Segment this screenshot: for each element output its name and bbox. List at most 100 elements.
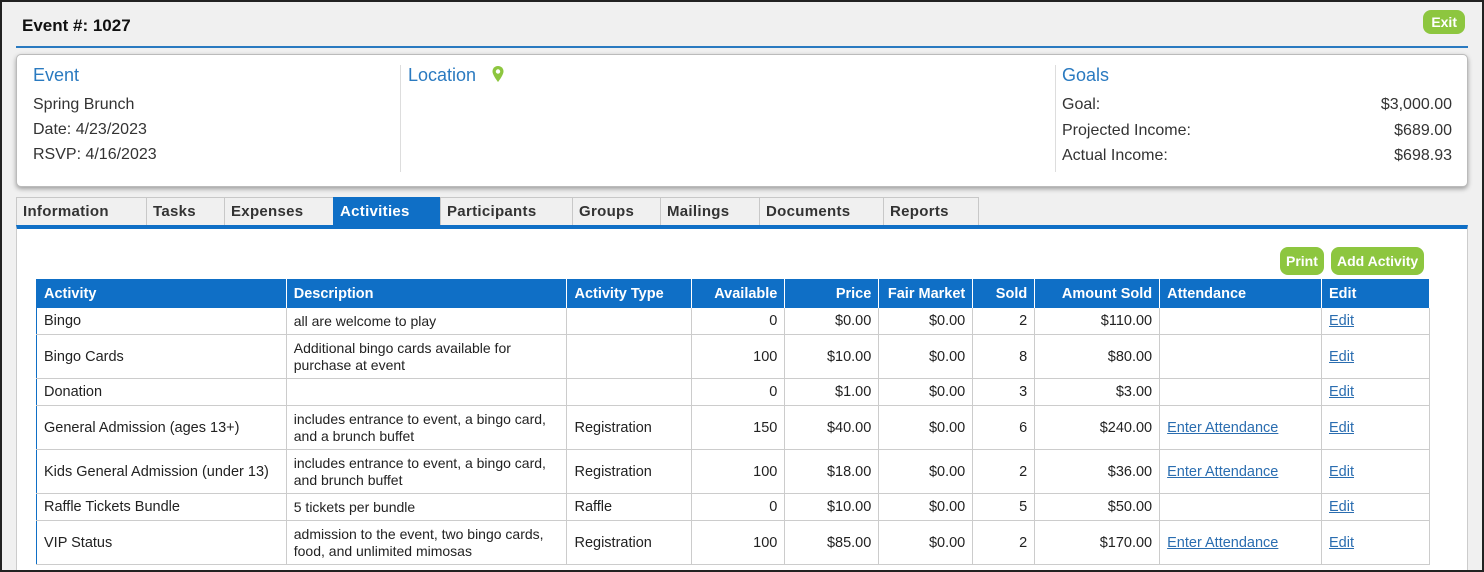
table-cell: $0.00 xyxy=(878,520,974,565)
location-section: Location xyxy=(408,65,1056,172)
column-header[interactable]: Activity Type xyxy=(566,279,693,308)
column-header[interactable]: Fair Market xyxy=(878,279,974,308)
table-row: VIP Status admission to the event, two bi… xyxy=(36,520,1430,565)
cell-text: Raffle xyxy=(574,499,613,515)
column-header[interactable]: Available xyxy=(691,279,786,308)
cell-text: $110.00 xyxy=(1100,312,1153,329)
cell-text: Raffle Tickets Bundle xyxy=(44,499,180,515)
table-cell: 8 xyxy=(972,334,1036,379)
enter-attendance-link[interactable]: Enter Attendance xyxy=(1167,464,1278,480)
cell-text: $0.00 xyxy=(928,348,966,365)
tab-bar: Information Tasks Expenses Activities Partic… xyxy=(16,197,979,225)
cell-text: 5 xyxy=(1019,499,1028,515)
cell-text: $10.00 xyxy=(826,499,872,515)
cell-text: General Admission (ages 13+) xyxy=(44,419,240,436)
table-cell: Edit xyxy=(1321,334,1430,379)
table-cell xyxy=(1159,493,1323,521)
edit-link[interactable]: Edit xyxy=(1329,420,1354,436)
cell-text: $40.00 xyxy=(826,419,872,436)
column-header[interactable]: Price xyxy=(784,279,880,308)
tab-documents[interactable]: Documents xyxy=(759,197,884,225)
table-cell xyxy=(1159,378,1323,406)
table-cell: 3 xyxy=(972,378,1036,406)
tab-information[interactable]: Information xyxy=(16,197,147,225)
goal-value: $689.00 xyxy=(1394,121,1452,139)
goal-label: Goal: xyxy=(1062,96,1101,113)
column-header[interactable]: Activity xyxy=(36,279,287,308)
table-row: Kids General Admission (under 13) include… xyxy=(36,449,1430,494)
table-cell: 100 xyxy=(691,449,786,494)
cell-text: $0.00 xyxy=(928,419,966,436)
add-activity-button[interactable]: Add Activity xyxy=(1331,247,1425,275)
tab-reports[interactable]: Reports xyxy=(883,197,979,225)
tab-activities[interactable]: Activities xyxy=(333,197,441,225)
cell-text: Additional bingo cards available for pur… xyxy=(293,340,511,373)
table-row: Bingo Cards Additional bingo cards availa… xyxy=(36,334,1430,379)
tab-expenses[interactable]: Expenses xyxy=(224,197,334,225)
table-cell: $80.00 xyxy=(1034,334,1161,379)
table-cell: $170.00 xyxy=(1034,520,1161,565)
table-row: Donation 0 $1.00 $0.00 3 $3.00 Edit xyxy=(36,378,1430,406)
table-row: General Admission (ages 13+) includes ent… xyxy=(36,405,1430,450)
cell-text: Kids General Admission (under 13) xyxy=(44,463,269,480)
table-cell xyxy=(566,378,693,406)
table-row: Bingo all are welcome to play 0 $0.00 $0.00 2… xyxy=(36,307,1430,335)
print-button[interactable]: Print xyxy=(1280,247,1324,275)
enter-attendance-link[interactable]: Enter Attendance xyxy=(1167,420,1278,436)
table-cell: 5 tickets per bundle xyxy=(286,493,568,521)
column-header[interactable]: Sold xyxy=(972,279,1036,308)
exit-button[interactable]: Exit xyxy=(1423,10,1465,34)
goal-value: $3,000.00 xyxy=(1380,96,1452,113)
edit-link[interactable]: Edit xyxy=(1329,349,1354,365)
table-cell: $110.00 xyxy=(1034,307,1161,335)
cell-text: $18.00 xyxy=(826,463,872,480)
table-cell: Edit xyxy=(1321,405,1430,450)
edit-link[interactable]: Edit xyxy=(1329,464,1354,480)
cell-text: 100 xyxy=(753,534,778,551)
table-cell: Edit xyxy=(1321,520,1430,565)
edit-link[interactable]: Edit xyxy=(1329,499,1354,515)
table-cell: 5 xyxy=(972,493,1036,521)
table-cell: Bingo xyxy=(36,307,287,335)
edit-link[interactable]: Edit xyxy=(1329,535,1354,551)
table-cell: Edit xyxy=(1321,449,1430,494)
goal-label: Projected Income: xyxy=(1062,121,1191,139)
cell-text: 2 xyxy=(1019,463,1028,480)
map-pin-icon xyxy=(492,66,504,82)
cell-text: $80.00 xyxy=(1107,348,1153,365)
tab-groups[interactable]: Groups xyxy=(572,197,661,225)
table-cell: 0 xyxy=(691,493,786,521)
edit-link[interactable]: Edit xyxy=(1329,384,1354,400)
tab-participants[interactable]: Participants xyxy=(440,197,573,225)
column-header[interactable]: Attendance xyxy=(1159,279,1323,308)
location-heading: Location xyxy=(408,65,477,85)
cell-text: 6 xyxy=(1019,419,1028,436)
table-cell: Enter Attendance xyxy=(1159,520,1323,565)
activities-panel: Print Add Activity Activity Description Ac… xyxy=(16,225,1468,570)
event-heading: Event xyxy=(33,65,80,85)
cell-text: 3 xyxy=(1019,384,1028,400)
cell-text: $170.00 xyxy=(1099,534,1153,551)
goal-value: $698.93 xyxy=(1394,147,1452,164)
cell-text: $36.00 xyxy=(1107,463,1153,480)
goals-heading: Goals xyxy=(1062,65,1110,85)
table-cell: Additional bingo cards available for pur… xyxy=(286,334,568,379)
tab-mailings[interactable]: Mailings xyxy=(660,197,760,225)
cell-text: 0 xyxy=(769,499,778,515)
cell-text: 100 xyxy=(753,348,778,365)
page-title: Event #: 1027 xyxy=(22,16,131,35)
table-cell: 2 xyxy=(972,449,1036,494)
cell-text: $3.00 xyxy=(1115,384,1153,400)
enter-attendance-link[interactable]: Enter Attendance xyxy=(1167,535,1278,551)
edit-link[interactable]: Edit xyxy=(1329,313,1354,329)
cell-text: $0.00 xyxy=(928,384,966,400)
column-header[interactable]: Description xyxy=(286,279,568,308)
event-rsvp: RSVP: 4/16/2023 xyxy=(33,146,157,163)
table-cell: Edit xyxy=(1321,378,1430,406)
cell-text: Bingo Cards xyxy=(44,348,124,365)
cell-text: 2 xyxy=(1019,534,1028,551)
cell-text: Registration xyxy=(574,534,652,551)
column-header[interactable]: Amount Sold xyxy=(1034,279,1161,308)
tab-tasks[interactable]: Tasks xyxy=(146,197,225,225)
column-header[interactable]: Edit xyxy=(1321,279,1430,308)
